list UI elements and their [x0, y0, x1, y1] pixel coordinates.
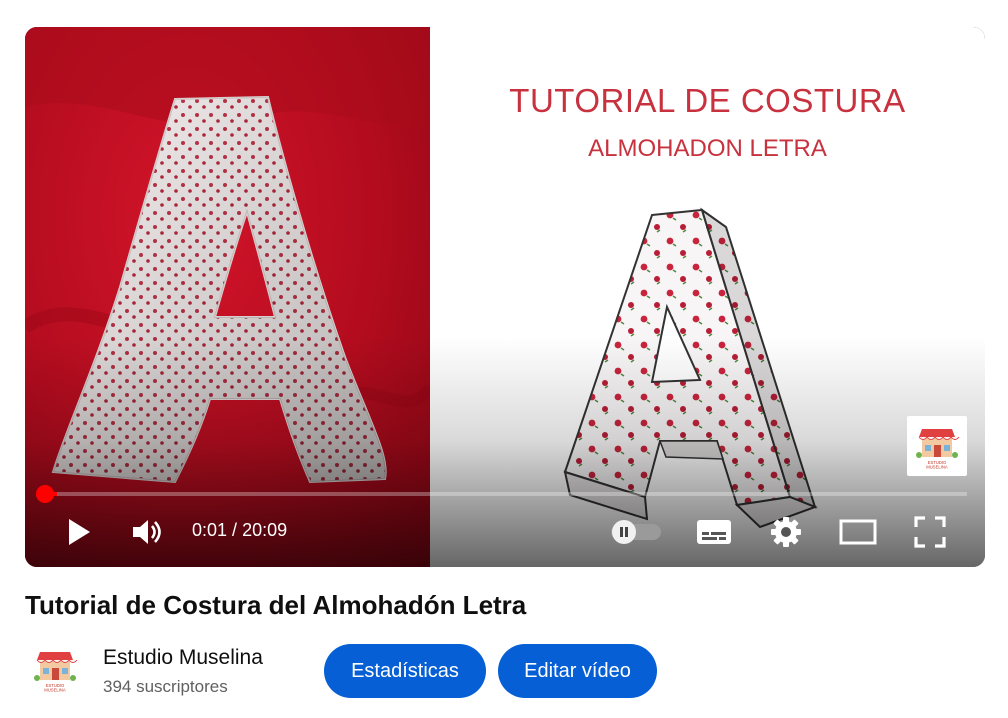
volume-button[interactable] [127, 514, 167, 550]
play-button[interactable] [61, 514, 97, 550]
time-separator: / [227, 520, 243, 540]
gear-icon [771, 517, 801, 547]
fullscreen-icon [914, 516, 946, 548]
autoplay-toggle-icon [611, 520, 661, 544]
channel-avatar[interactable]: ESTUDIO MUSELINA [30, 644, 80, 694]
pillow-photo [25, 27, 430, 484]
time-total: 20:09 [242, 520, 288, 540]
subtitles-button[interactable] [693, 514, 735, 550]
progress-bar[interactable] [43, 492, 967, 496]
time-current: 0:01 [192, 520, 228, 540]
theater-mode-button[interactable] [836, 514, 880, 550]
subtitles-icon [697, 520, 731, 544]
video-frame-illustration: TUTORIAL DE COSTURA ALMOHADON LETRA [430, 27, 985, 567]
subscriber-count: 394 suscriptores [103, 677, 228, 696]
edit-video-button[interactable]: Editar vídeo [498, 644, 657, 698]
volume-icon [133, 520, 161, 544]
fullscreen-button[interactable] [912, 514, 948, 550]
svg-text:MUSELINA: MUSELINA [926, 465, 948, 470]
channel-watermark[interactable]: ESTUDIO MUSELINA [907, 416, 967, 476]
video-player[interactable]: TUTORIAL DE COSTURA ALMOHADON LETRA ESTU… [25, 27, 985, 567]
progress-scrubber[interactable] [36, 485, 54, 503]
channel-name[interactable]: Estudio Muselina [103, 646, 263, 670]
theater-mode-icon [839, 519, 877, 545]
time-display: 0:01 / 20:09 [192, 520, 287, 541]
video-title: Tutorial de Costura del Almohadón Letra [25, 590, 527, 620]
statistics-button[interactable]: Estadísticas [324, 644, 486, 698]
shop-logo-icon: ESTUDIO MUSELINA [34, 652, 78, 693]
letter-a-illustration [563, 207, 818, 529]
svg-text:MUSELINA: MUSELINA [44, 688, 66, 693]
shop-logo-icon: ESTUDIO MUSELINA [916, 429, 960, 470]
play-icon [69, 519, 90, 545]
settings-button[interactable] [767, 513, 805, 551]
video-frame-photo [25, 27, 430, 567]
autoplay-toggle[interactable] [608, 517, 664, 547]
